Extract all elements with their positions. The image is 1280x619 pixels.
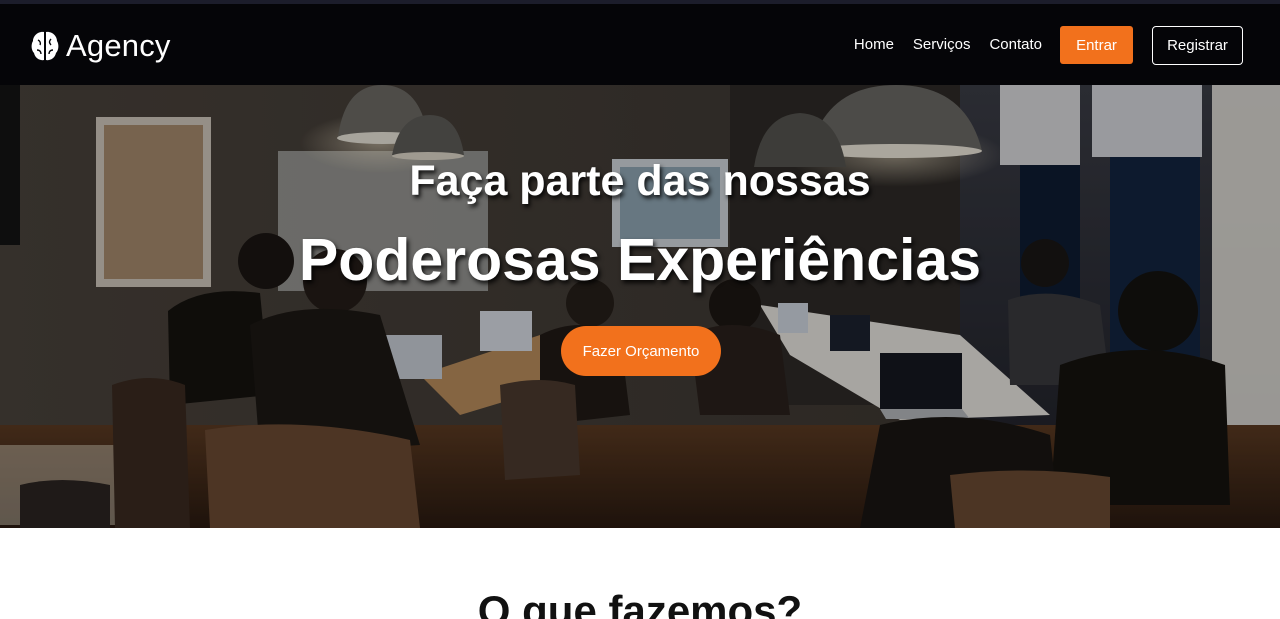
main-nav: Home Serviços Contato Entrar Registrar — [854, 25, 1243, 65]
nav-link-services[interactable]: Serviços — [913, 25, 971, 65]
login-button[interactable]: Entrar — [1060, 26, 1133, 64]
hero-heading-line2: Poderosas Experiências — [298, 227, 982, 293]
hero-overlay — [0, 85, 1280, 528]
nav-link-contact[interactable]: Contato — [989, 25, 1042, 65]
register-button[interactable]: Registrar — [1152, 25, 1243, 65]
top-navbar: Agency Home Serviços Contato Entrar Regi… — [0, 0, 1280, 85]
brain-icon — [31, 31, 59, 61]
request-quote-button[interactable]: Fazer Orçamento — [561, 326, 721, 376]
brand-logo[interactable]: Agency — [30, 29, 171, 63]
hero-heading-line1: Faça parte das nossas — [409, 157, 871, 205]
nav-link-home[interactable]: Home — [854, 25, 894, 65]
services-section-title: O que fazemos? — [477, 587, 803, 619]
brand-name: Agency — [66, 28, 171, 63]
hero-banner: Faça parte das nossas Poderosas Experiên… — [0, 85, 1280, 528]
